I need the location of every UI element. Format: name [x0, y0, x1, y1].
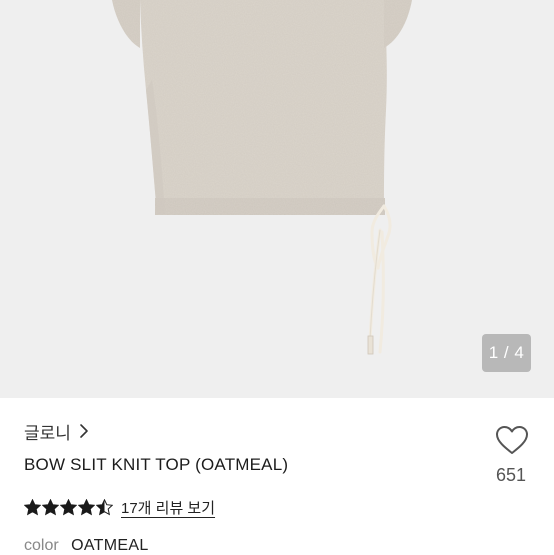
option-value: OATMEAL — [71, 537, 149, 554]
product-image-gallery[interactable]: 1 / 4 — [0, 0, 554, 398]
image-counter: 1 / 4 — [482, 334, 531, 372]
star-icon — [77, 498, 96, 516]
star-icon — [23, 498, 42, 516]
star-icon — [41, 498, 60, 516]
rating-stars — [23, 498, 114, 516]
option-label: color — [24, 537, 59, 554]
like-button[interactable] — [490, 422, 534, 462]
product-image — [112, 0, 412, 398]
brand-link[interactable]: 글로니 — [24, 420, 89, 443]
like-count: 651 — [495, 465, 527, 485]
rating-row: 17개 리뷰 보기 — [23, 495, 215, 519]
heart-icon — [495, 425, 529, 460]
brand-name: 글로니 — [24, 423, 71, 443]
product-info: 글로니 BOW SLIT KNIT TOP (OATMEAL) 651 17개 … — [0, 398, 554, 554]
star-icon — [95, 498, 114, 516]
review-link[interactable]: 17개 리뷰 보기 — [121, 497, 215, 518]
star-icon — [59, 498, 78, 516]
chevron-right-icon — [79, 423, 89, 439]
product-title: BOW SLIT KNIT TOP (OATMEAL) — [24, 455, 289, 474]
option-row: color OATMEAL — [24, 537, 149, 555]
